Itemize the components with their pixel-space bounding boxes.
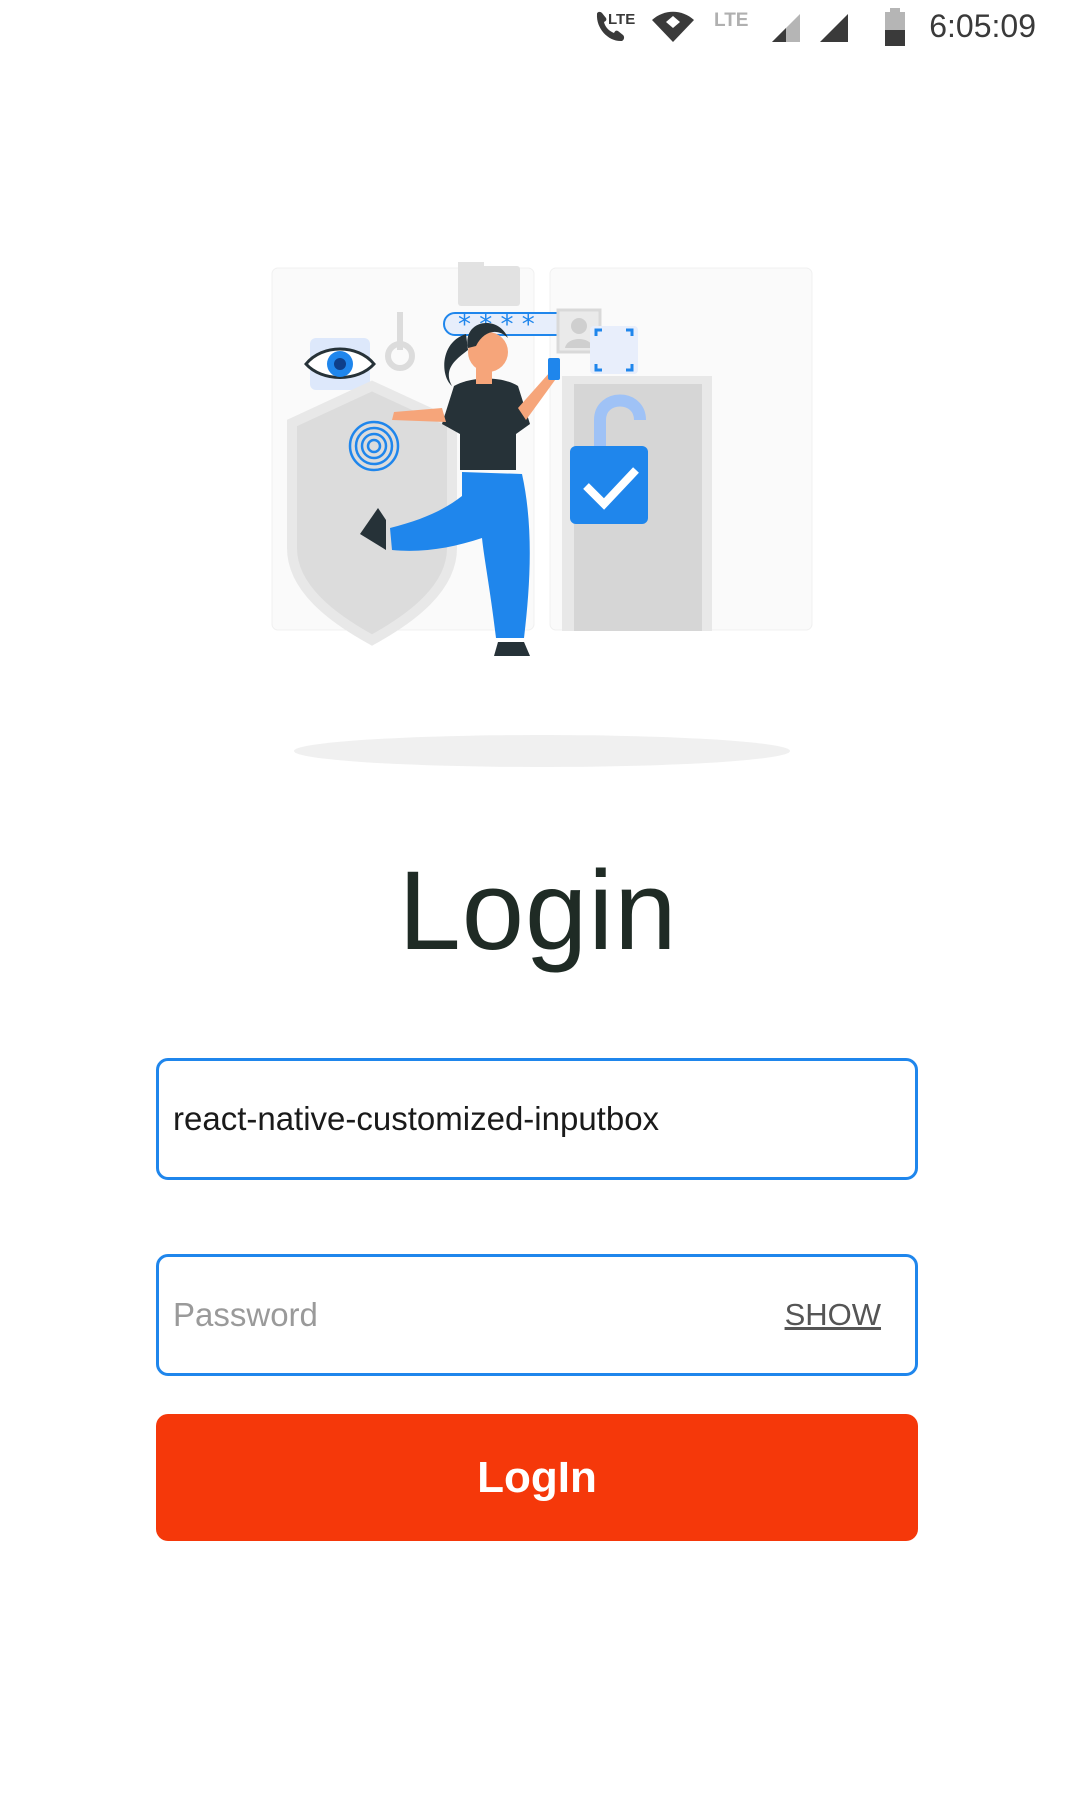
login-button[interactable]: LogIn bbox=[156, 1414, 918, 1541]
status-time: 6:05:09 bbox=[929, 8, 1036, 44]
signal-icon bbox=[772, 14, 800, 42]
login-security-illustration: * * * * bbox=[271, 262, 813, 767]
phone-lte-icon: LTE bbox=[596, 11, 635, 42]
signal-icon bbox=[820, 14, 848, 42]
username-input[interactable] bbox=[173, 1061, 733, 1177]
password-field[interactable]: SHOW bbox=[156, 1254, 918, 1376]
username-field[interactable] bbox=[156, 1058, 918, 1180]
password-input[interactable] bbox=[173, 1257, 733, 1373]
call-lte-label: LTE bbox=[608, 11, 635, 28]
sim2-lte-label: LTE bbox=[714, 10, 748, 30]
status-bar: LTE LTE 6:05:09 bbox=[0, 0, 1076, 60]
page-title: Login bbox=[398, 848, 678, 973]
wifi-icon bbox=[652, 11, 694, 42]
sim2-lte-icon: LTE bbox=[714, 10, 748, 30]
battery-icon bbox=[885, 8, 905, 46]
show-password-toggle[interactable]: SHOW bbox=[785, 1257, 881, 1373]
